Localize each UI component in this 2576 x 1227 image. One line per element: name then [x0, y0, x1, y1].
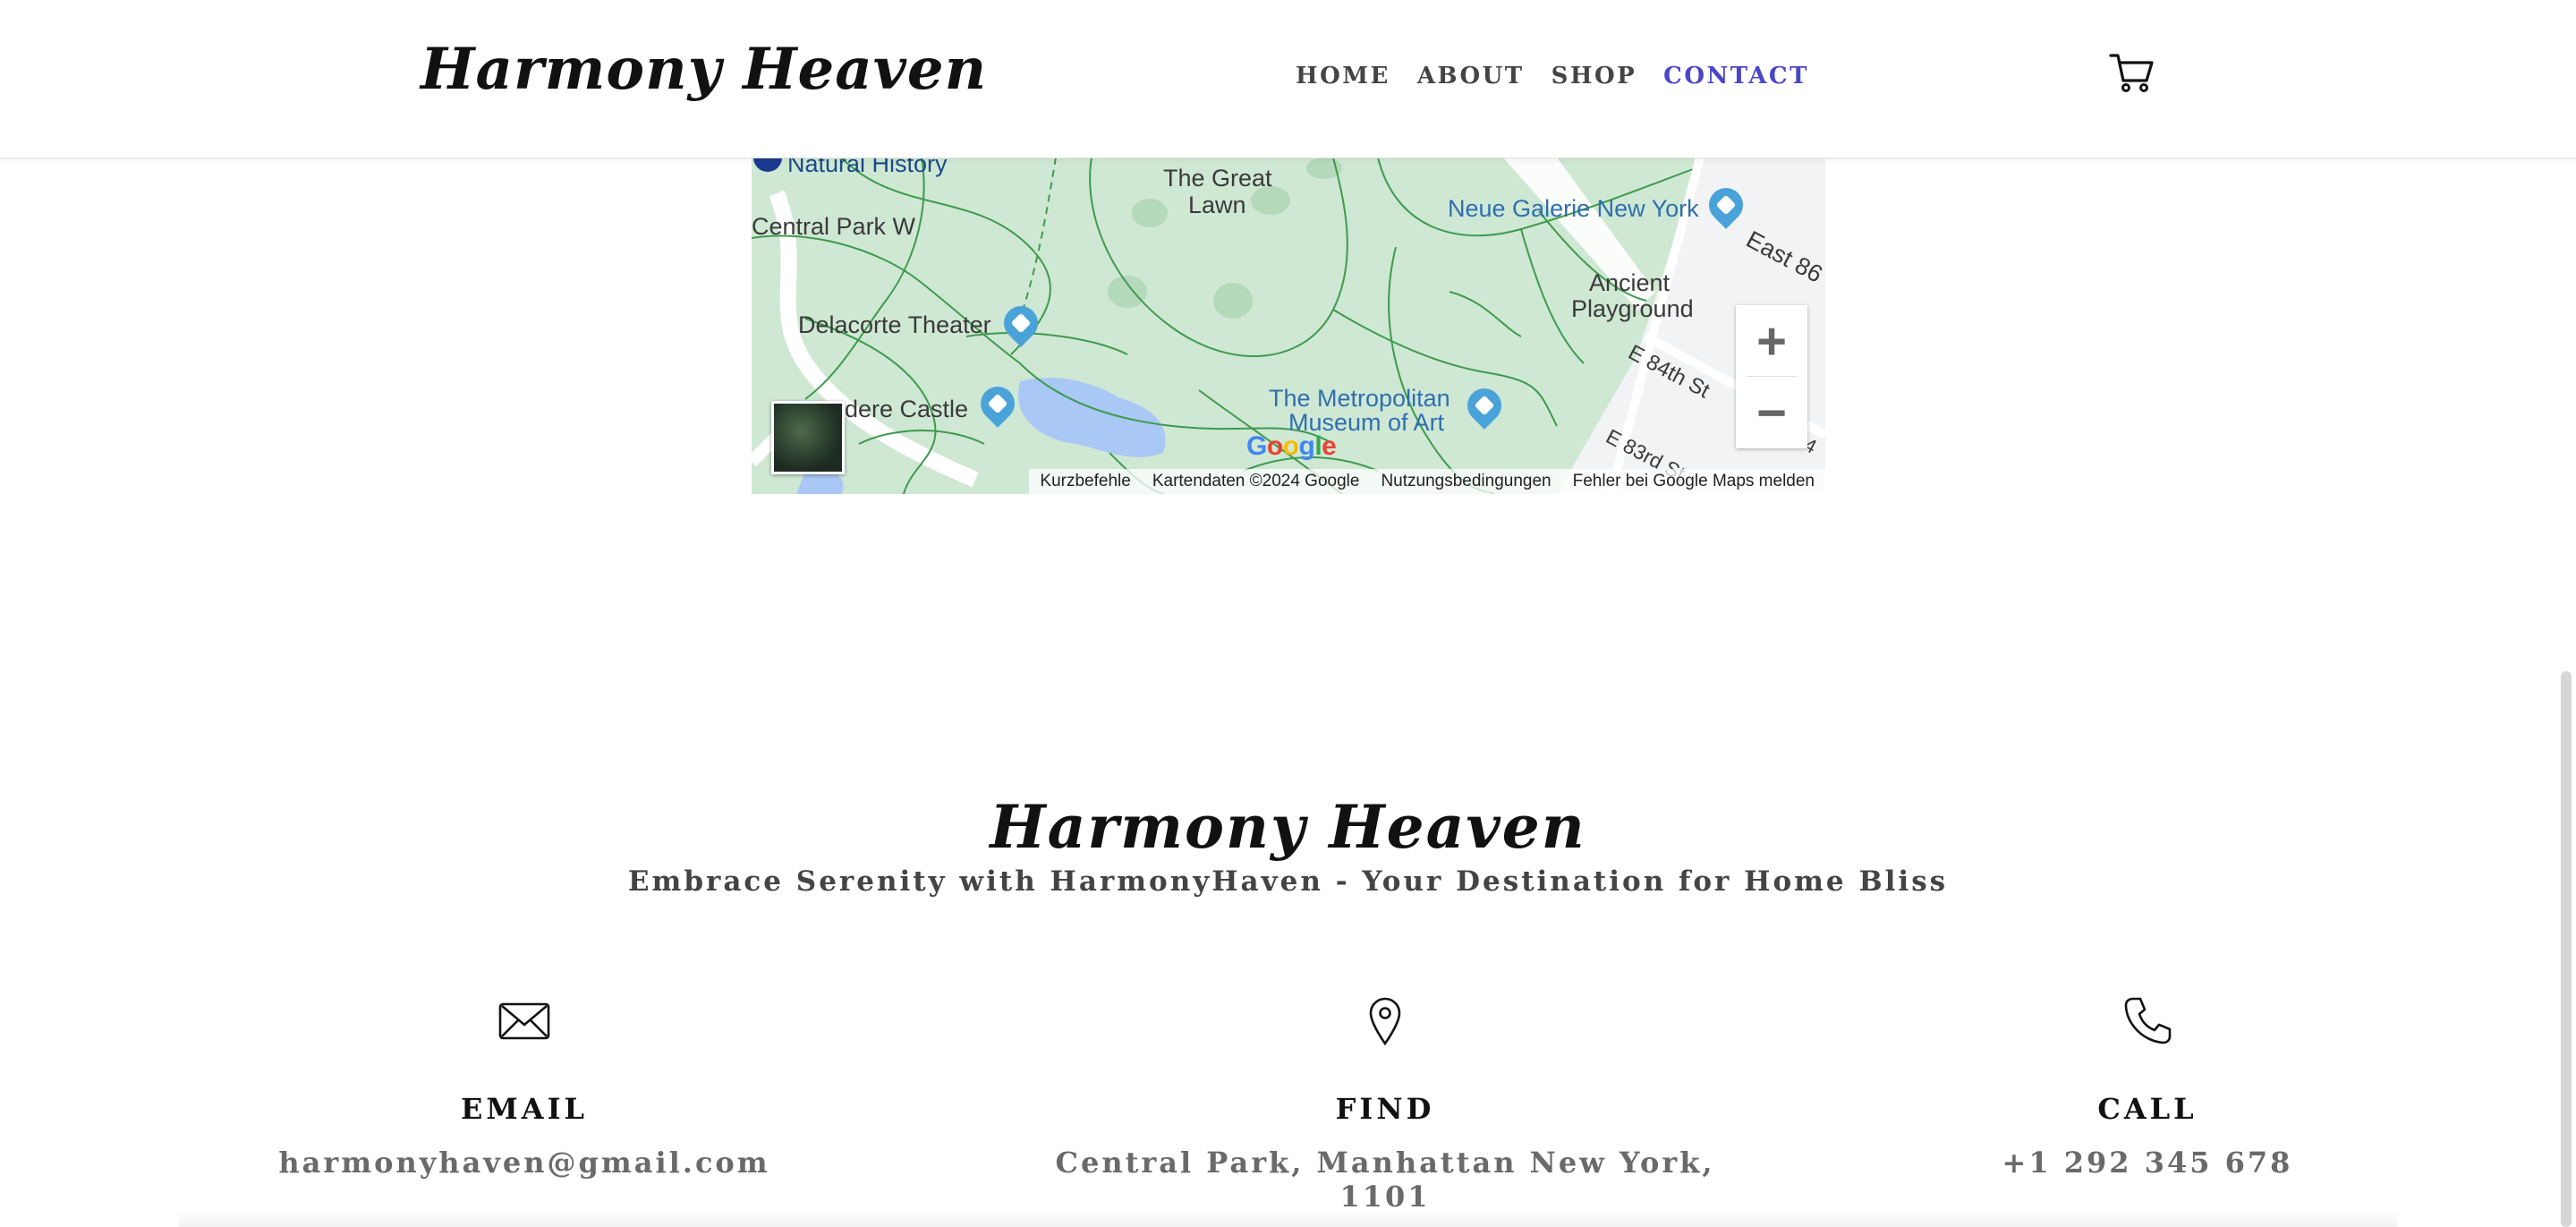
- call-heading: CALL: [2097, 1092, 2198, 1126]
- map-label-ancient-2: Playground: [1571, 295, 1694, 322]
- contact-email: EMAIL harmonyhaven@gmail.com: [166, 993, 882, 1180]
- nav-home[interactable]: HOME: [1296, 63, 1390, 89]
- map-attribution-bar: Kurzbefehle Kartendaten ©2024 Google Nut…: [1029, 469, 1825, 494]
- map-label-great-lawn-2: Lawn: [1188, 192, 1246, 218]
- map-report-error-link[interactable]: Fehler bei Google Maps melden: [1562, 469, 1825, 494]
- map-data-credit[interactable]: Kartendaten ©2024 Google: [1142, 469, 1371, 494]
- nav-about[interactable]: ABOUT: [1417, 63, 1525, 89]
- map-terms-link[interactable]: Nutzungsbedingungen: [1370, 469, 1561, 494]
- email-heading: EMAIL: [460, 1092, 589, 1126]
- contact-call: CALL +1 292 345 678: [1790, 993, 2505, 1180]
- zoom-in-button[interactable]: +: [1736, 305, 1807, 377]
- footer-title: Harmony Heaven: [990, 792, 1586, 862]
- map-label-natural-history: Natural History: [787, 158, 948, 177]
- main-nav: HOME ABOUT SHOP CONTACT: [1296, 63, 1809, 89]
- map-pin-icon: [1369, 997, 1401, 1046]
- map-label-met-1[interactable]: The Metropolitan: [1269, 387, 1450, 411]
- page-scrollbar[interactable]: [2561, 671, 2572, 1227]
- contact-find: FIND Central Park, Manhattan New York, 1…: [1027, 993, 1743, 1214]
- map-shortcuts-link[interactable]: Kurzbefehle: [1029, 469, 1141, 494]
- email-value[interactable]: harmonyhaven@gmail.com: [166, 1146, 882, 1180]
- phone-icon: [2124, 997, 2172, 1044]
- map-label-central-park-w: Central Park W: [752, 213, 916, 240]
- phone-value[interactable]: +1 292 345 678: [1790, 1146, 2505, 1180]
- site-header: Harmony Heaven HOME ABOUT SHOP CONTACT: [0, 0, 2576, 158]
- footer-tagline: Embrace Serenity with HarmonyHaven - You…: [627, 865, 1949, 898]
- map-zoom-controls: + −: [1736, 305, 1807, 448]
- envelope-icon: [498, 1002, 550, 1040]
- map-label-castle[interactable]: dere Castle: [845, 397, 968, 422]
- map-label-delacorte[interactable]: Delacorte Theater: [798, 313, 991, 337]
- map-label-ancient-1: Ancient: [1589, 269, 1671, 296]
- site-logo[interactable]: Harmony Heaven: [421, 36, 987, 103]
- nav-shop[interactable]: SHOP: [1552, 63, 1637, 89]
- embedded-map[interactable]: Natural History Central Park W The Great…: [752, 158, 1825, 494]
- map-label-neue-galerie[interactable]: Neue Galerie New York: [1448, 197, 1699, 221]
- google-logo: Google: [1246, 431, 1337, 461]
- cart-icon[interactable]: [2107, 47, 2157, 97]
- address-value[interactable]: Central Park, Manhattan New York, 1101: [1027, 1146, 1743, 1214]
- zoom-out-button[interactable]: −: [1736, 377, 1807, 448]
- map-label-great-lawn-1: The Great: [1163, 165, 1272, 192]
- nav-contact[interactable]: CONTACT: [1663, 63, 1809, 89]
- find-heading: FIND: [1335, 1092, 1435, 1126]
- bottom-shadow: [179, 1209, 2397, 1227]
- map-type-satellite-toggle[interactable]: [771, 401, 845, 474]
